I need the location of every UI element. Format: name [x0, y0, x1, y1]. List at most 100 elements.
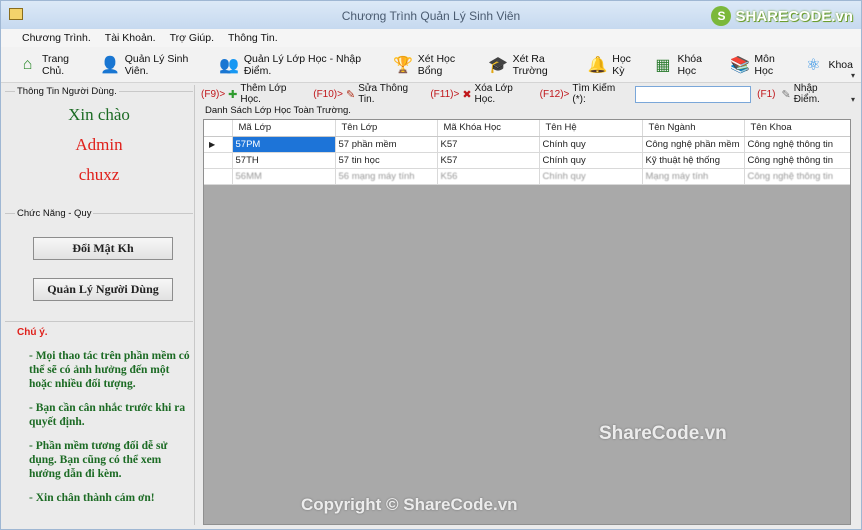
left-panel: Thông Tin Người Dùng. Xin chào Admin chu… [5, 85, 195, 525]
table-cell[interactable]: Chính quy [539, 152, 643, 169]
toolbar-label: Xét Ra Trường [512, 52, 548, 77]
table-cell[interactable]: Công nghệ thông tin [744, 152, 850, 169]
class-data-grid[interactable]: Mã Lớp Tên Lớp Mã Khóa Học Tên Hệ Tên Ngành T… [203, 119, 851, 525]
table-cell[interactable]: K57 [437, 152, 540, 169]
toolbar-button-6[interactable]: ▦ Khóa Học [653, 53, 722, 77]
toolbar-button-8[interactable]: ⚛ Khoa [802, 54, 853, 76]
books-icon: 📚 [729, 56, 750, 74]
house-icon: ⌂ [22, 55, 33, 73]
table-cell[interactable]: Kỹ thuật hệ thống [642, 152, 745, 169]
search-key: (F1) [757, 88, 776, 100]
action-label: Xóa Lớp Học. [474, 83, 513, 105]
table-cell[interactable]: 56 mạng máy tính [335, 168, 438, 185]
edit-icon: ✎ [345, 88, 356, 101]
delete-icon: ✖ [462, 88, 472, 101]
action-label: Sửa Thông Tin. [358, 83, 409, 105]
note-item: - Mọi thao tác trên phần mềm có thể sẽ c… [29, 350, 190, 390]
toolbar-label: Quản Lý Sinh Viên. [124, 52, 189, 77]
column-header-3[interactable]: Tên Hệ [539, 120, 643, 137]
table-cell[interactable]: K56 [437, 168, 540, 185]
table-row[interactable]: 56MM 56 mạng máy tính K56 Chính quy Mạng máy… [204, 168, 850, 185]
pencil-icon: ✎ [781, 88, 791, 101]
column-header-4[interactable]: Tên Ngành [642, 120, 745, 137]
function-group: Chức Năng - Quy [5, 208, 193, 317]
row-header[interactable]: ▶ [204, 136, 233, 153]
logo-text: SHARECODE.vn [735, 7, 853, 25]
table-cell[interactable]: 56MM [232, 168, 336, 185]
add-icon: ✚ [228, 88, 238, 101]
row-header[interactable] [204, 152, 233, 169]
table-cell[interactable]: 57 tin học [335, 152, 438, 169]
trophy-icon: 🏆 [393, 56, 414, 74]
toolbar-label: Khoa [828, 58, 853, 71]
graduation-cap-icon: 🎓 [488, 56, 509, 74]
toolbar-label: Quản Lý Lớp Học - Nhập Điểm. [243, 52, 362, 77]
action-0[interactable]: (F9)> ✚ Thêm Lớp Học. [201, 83, 307, 105]
class-list-title: Danh Sách Lớp Học Toàn Trường. [205, 105, 351, 116]
toolbar-button-2[interactable]: 👥 Quản Lý Lớp Học - Nhập Điểm. [219, 53, 385, 77]
toolbar-button-0[interactable]: ⌂ Trang Chủ. [17, 53, 92, 77]
class-table: Mã Lớp Tên Lớp Mã Khóa Học Tên Hệ Tên Ngành T… [204, 120, 850, 185]
column-header-0[interactable]: Mã Lớp [232, 120, 336, 137]
table-cell[interactable]: 57TH [232, 152, 336, 169]
column-header-1[interactable]: Tên Lớp [335, 120, 438, 137]
menu-item-1[interactable]: Tài Khoản. [98, 29, 163, 47]
note-item: - Phần mềm tương đối dễ sử dụng. Bạn cũn… [29, 440, 168, 480]
role-text: chuxz [78, 165, 120, 184]
notes-list: - Mọi thao tác trên phần mềm có thể sẽ c… [29, 349, 191, 515]
action-2[interactable]: (F11)> ✖ Xóa Lớp Học. [430, 83, 533, 105]
title-bar: Chương Trình Quản Lý Sinh Viên S SHARECO… [1, 1, 861, 29]
table-cell[interactable]: 57PM [232, 136, 336, 153]
column-header-2[interactable]: Mã Khóa Học [437, 120, 540, 137]
actionbar-overflow-icon[interactable]: ▾ [851, 95, 855, 104]
watermark-bottom: Copyright © ShareCode.vn [301, 495, 518, 514]
action-key: (F9)> [201, 88, 226, 100]
bell-icon: 🔔 [587, 56, 608, 74]
enter-grades-label: Nhập Điểm. [793, 83, 820, 105]
table-cell[interactable]: Mạng máy tính [642, 168, 745, 185]
enter-grades-button[interactable]: ✎ Nhập Điểm. [781, 83, 845, 105]
table-cell[interactable]: Chính quy [539, 168, 643, 185]
row-header-corner [204, 120, 233, 137]
toolbar-button-7[interactable]: 📚 Môn Học [729, 53, 794, 77]
table-cell[interactable]: Chính quy [539, 136, 643, 153]
toolbar-button-3[interactable]: 🏆 Xét Học Bổng [393, 53, 480, 77]
atom-icon: ⚛ [806, 56, 821, 74]
student-icon: 👤 [100, 56, 121, 74]
action-3: (F12)> Tìm Kiếm (*): [540, 83, 629, 105]
toolbar-label: Xét Học Bổng [417, 52, 456, 77]
menu-item-0[interactable]: Chương Trình. [15, 29, 98, 47]
action-label: Tìm Kiếm (*): [572, 83, 616, 105]
row-header[interactable] [204, 168, 233, 185]
toolbar-label: Trang Chủ. [41, 52, 70, 77]
menu-bar: Chương Trình. Tài Khoản. Trợ Giúp. Thông Ti… [1, 29, 861, 47]
action-key: (F12)> [539, 88, 570, 100]
table-row[interactable]: ▶ 57PM 57 phần mềm K57 Chính quy Công nghệ ph… [204, 136, 850, 153]
toolbar-button-1[interactable]: 👤 Quản Lý Sinh Viên. [100, 53, 211, 77]
watermark-center: ShareCode.vn [599, 423, 727, 444]
menu-item-2[interactable]: Trợ Giúp. [163, 29, 221, 47]
note-item: - Xin chân thành cám ơn! [29, 492, 155, 504]
table-row[interactable]: 57TH 57 tin học K57 Chính quy Kỹ thuật hệ th… [204, 152, 850, 169]
change-password-button[interactable]: Đổi Mật Kh [33, 237, 173, 260]
toolbar-label: Học Kỳ [612, 52, 631, 77]
table-cell[interactable]: K57 [437, 136, 540, 153]
menu-item-3[interactable]: Thông Tin. [221, 29, 285, 47]
table-cell[interactable]: Công nghệ thông tin [744, 168, 850, 185]
table-cell[interactable]: Công nghệ phần mềm [642, 136, 745, 153]
action-1[interactable]: (F10)> ✎ Sửa Thông Tin. [313, 83, 424, 105]
group-icon: 👥 [219, 56, 240, 74]
logo-mark-icon: S [711, 6, 732, 26]
action-key: (F11)> [430, 88, 460, 100]
toolbar-button-4[interactable]: 🎓 Xét Ra Trường [488, 53, 580, 77]
toolbar-overflow-icon[interactable]: ▾ [851, 71, 855, 80]
search-input[interactable] [635, 85, 752, 103]
greeting-text: Xin chào [68, 105, 130, 124]
manage-users-button[interactable]: Quản Lý Người Dùng [33, 278, 173, 301]
toolbar-button-5[interactable]: 🔔 Học Kỳ [587, 53, 644, 77]
table-cell[interactable]: 57 phần mềm [335, 136, 438, 153]
sharecode-logo: S SHARECODE.vn [711, 4, 853, 28]
table-cell[interactable]: Công nghệ thông tin [744, 136, 850, 153]
panel-divider [194, 85, 195, 525]
column-header-5[interactable]: Tên Khoa [744, 120, 850, 137]
